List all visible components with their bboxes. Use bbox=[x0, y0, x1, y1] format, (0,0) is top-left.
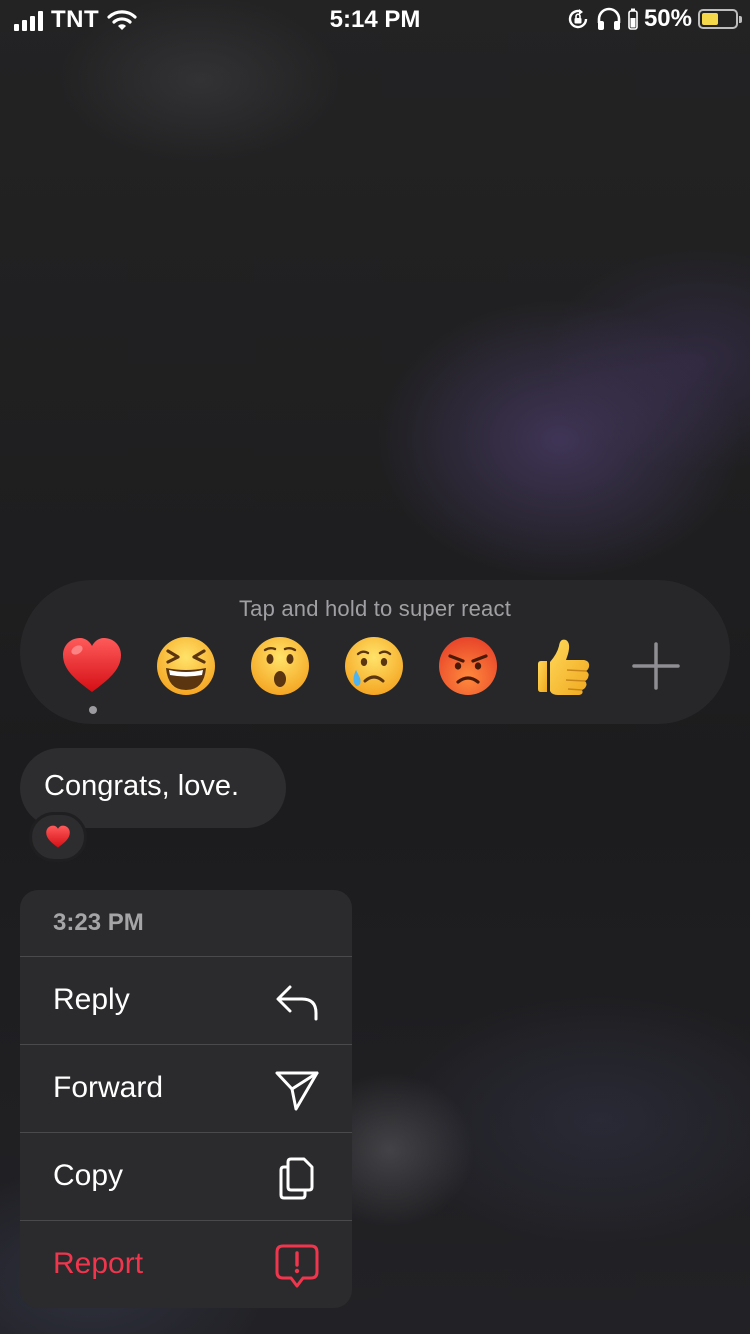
crying-emoji-icon[interactable] bbox=[342, 634, 406, 698]
status-bar: TNT 5:14 PM 50% bbox=[0, 0, 750, 40]
angry-emoji-icon[interactable] bbox=[436, 634, 500, 698]
reply-icon bbox=[274, 979, 320, 1025]
menu-header: 3:23 PM bbox=[20, 890, 352, 957]
laughing-emoji-icon[interactable] bbox=[154, 634, 218, 698]
reply-button[interactable]: Reply bbox=[20, 957, 352, 1045]
orientation-lock-icon bbox=[568, 9, 588, 29]
forward-label: Forward bbox=[53, 1071, 164, 1104]
message-context-menu: 3:23 PM Reply Forward Copy Report bbox=[20, 890, 352, 1308]
heart-emoji-icon[interactable] bbox=[60, 634, 124, 698]
message-reaction-badge[interactable] bbox=[29, 812, 87, 862]
copy-label: Copy bbox=[53, 1159, 124, 1192]
surprised-emoji-icon[interactable] bbox=[248, 634, 312, 698]
headphone-battery-icon bbox=[628, 8, 638, 30]
report-icon bbox=[274, 1243, 320, 1289]
plus-icon[interactable] bbox=[624, 634, 688, 698]
heart-icon bbox=[46, 825, 70, 848]
message-text: Congrats, love. bbox=[44, 770, 240, 802]
reaction-hint: Tap and hold to super react bbox=[238, 596, 512, 621]
battery-level-fill bbox=[702, 13, 718, 25]
reply-label: Reply bbox=[53, 983, 130, 1016]
copy-button[interactable]: Copy bbox=[20, 1133, 352, 1221]
report-button[interactable]: Report bbox=[20, 1221, 352, 1308]
selected-reaction-indicator bbox=[89, 706, 97, 714]
status-right: 50% bbox=[566, 5, 742, 33]
send-icon bbox=[274, 1067, 320, 1113]
headphones-icon bbox=[597, 7, 621, 30]
message-timestamp: 3:23 PM bbox=[53, 909, 144, 936]
emoji-row bbox=[60, 634, 688, 698]
report-label: Report bbox=[53, 1247, 144, 1280]
battery-icon bbox=[698, 9, 742, 29]
thumbs-up-emoji-icon[interactable] bbox=[530, 634, 594, 698]
reaction-picker: Tap and hold to super react bbox=[20, 580, 730, 724]
copy-icon bbox=[274, 1155, 320, 1201]
forward-button[interactable]: Forward bbox=[20, 1045, 352, 1133]
battery-percent: 50% bbox=[643, 5, 692, 32]
